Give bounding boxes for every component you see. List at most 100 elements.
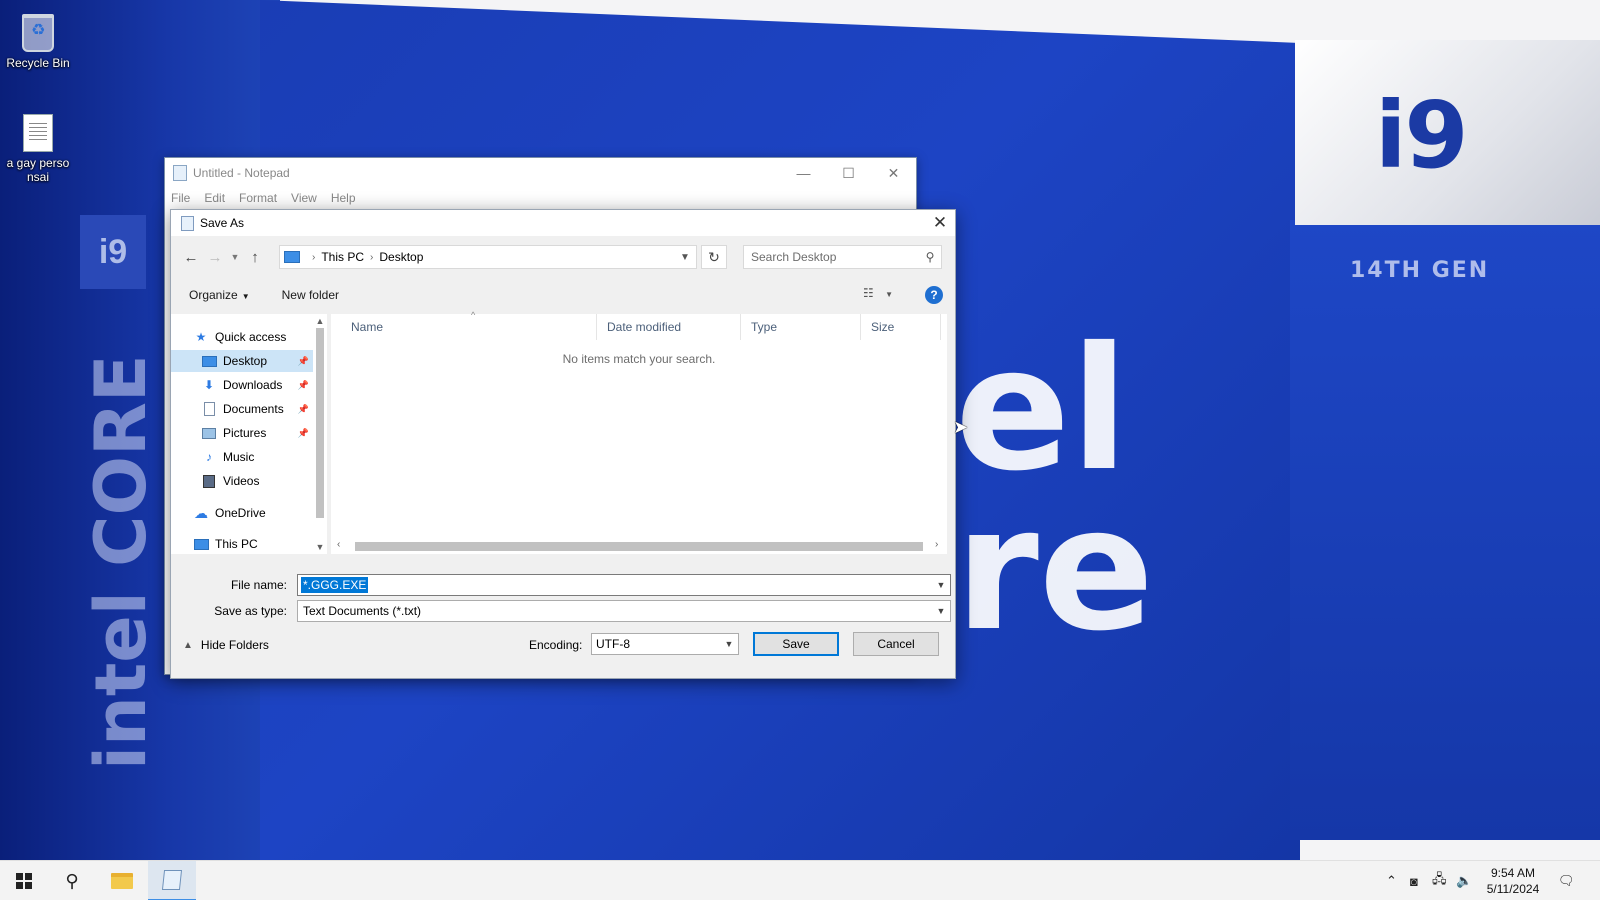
new-folder-button[interactable]: New folder: [282, 288, 339, 302]
nav-item-downloads[interactable]: ⬇ Downloads 📌: [171, 374, 313, 396]
speaker-glyph: 🔈: [1456, 873, 1473, 888]
network-glyph: 🖧: [1432, 871, 1447, 886]
file-name-value[interactable]: *.GGG.EXE: [301, 577, 369, 593]
menu-view[interactable]: View: [291, 191, 317, 205]
notepad-titlebar[interactable]: Untitled - Notepad — ☐ ✕: [165, 158, 916, 188]
close-button[interactable]: ✕: [871, 158, 916, 188]
maximize-button[interactable]: ☐: [826, 158, 871, 188]
nav-item-music[interactable]: ♪ Music: [171, 446, 313, 468]
address-row: ← → ▼ ↑ › This PC › Desktop ▼ ↻ ⚲: [171, 242, 955, 272]
nav-quick-access[interactable]: ★ Quick access: [193, 326, 313, 348]
encoding-select[interactable]: UTF-8 ▼: [591, 633, 739, 655]
notepad-taskbar-button[interactable]: [148, 861, 196, 900]
scroll-up-icon[interactable]: ▲: [314, 316, 326, 326]
music-icon: ♪: [206, 450, 212, 464]
search-input[interactable]: [751, 250, 919, 264]
start-button[interactable]: [0, 861, 48, 900]
notification-icon: 🗨: [1558, 873, 1575, 888]
file-list[interactable]: Name ^ Date modified Type Size No items …: [331, 310, 947, 554]
save-type-row: Save as type: Text Documents (*.txt) ▼: [171, 600, 957, 622]
breadcrumb-this-pc[interactable]: This PC: [321, 250, 364, 264]
dialog-titlebar[interactable]: Save As ✕: [171, 210, 955, 236]
column-header-type[interactable]: Type: [741, 314, 861, 340]
horizontal-scrollbar[interactable]: ‹ ›: [331, 538, 947, 554]
pin-icon: 📌: [297, 379, 309, 390]
breadcrumb-separator-icon[interactable]: ›: [312, 252, 315, 263]
column-header-date-modified[interactable]: Date modified: [597, 314, 741, 340]
recent-locations-chevron-icon[interactable]: ▼: [227, 245, 243, 269]
hide-folders-button[interactable]: ▲ Hide Folders: [183, 638, 269, 652]
search-button[interactable]: ⚲: [48, 861, 96, 900]
documents-icon: [201, 402, 217, 416]
dialog-title: Save As: [200, 216, 245, 230]
desktop-icon-label: a gay perso nsai: [6, 156, 70, 184]
column-header-label: Size: [871, 320, 895, 334]
address-dropdown-icon[interactable]: ▼: [674, 252, 696, 263]
wallpaper-generation-text: 14TH GEN: [1350, 258, 1490, 283]
wallpaper-side-badge: i9: [80, 215, 146, 289]
minimize-button[interactable]: —: [781, 158, 826, 188]
breadcrumb-desktop[interactable]: Desktop: [379, 250, 423, 264]
nav-item-pictures[interactable]: Pictures 📌: [171, 422, 313, 444]
nav-onedrive[interactable]: ☁ OneDrive: [193, 502, 313, 524]
breadcrumb-separator-icon[interactable]: ›: [370, 252, 373, 263]
wallpaper-logo-fragment: el re: [955, 311, 1155, 669]
menu-file[interactable]: File: [171, 191, 190, 205]
change-view-button[interactable]: ☷ ▼: [863, 286, 893, 300]
network-icon[interactable]: 🖧: [1432, 861, 1447, 900]
pin-icon: 📌: [297, 403, 309, 414]
menu-help[interactable]: Help: [331, 191, 356, 205]
videos-icon: [201, 474, 217, 488]
nav-label: Quick access: [215, 330, 287, 344]
chevron-up-icon: ⌃: [1386, 873, 1397, 888]
cloud-icon: ☁: [194, 504, 208, 521]
encoding-label: Encoding:: [529, 638, 583, 652]
scroll-left-icon[interactable]: ‹: [337, 539, 340, 550]
sort-caret-icon: ^: [471, 310, 476, 320]
scrollbar-thumb[interactable]: [355, 542, 923, 551]
up-arrow-icon[interactable]: ↑: [243, 245, 267, 269]
clock[interactable]: 9:54 AM 5/11/2024: [1478, 865, 1548, 897]
menu-edit[interactable]: Edit: [204, 191, 225, 205]
chevron-down-icon[interactable]: ▼: [932, 580, 950, 590]
navigation-scrollbar[interactable]: ▲ ▼: [313, 314, 327, 554]
chevron-down-icon: ▼: [885, 290, 894, 299]
address-bar[interactable]: › This PC › Desktop ▼: [279, 245, 697, 269]
save-button[interactable]: Save: [753, 632, 839, 656]
dialog-close-button[interactable]: ✕: [925, 210, 955, 236]
scrollbar-thumb[interactable]: [316, 328, 324, 518]
search-icon[interactable]: ⚲: [919, 250, 941, 264]
column-header-size[interactable]: Size: [861, 314, 941, 340]
taskbar: ⚲ ⌃ ◙ 🖧 🔈 9:54 AM 5/11/2024 🗨: [0, 860, 1600, 900]
help-icon[interactable]: ?: [925, 286, 943, 304]
notifications-button[interactable]: 🗨: [1558, 861, 1575, 900]
forward-arrow-icon[interactable]: →: [203, 245, 227, 269]
notepad-icon: [173, 165, 187, 181]
scroll-right-icon[interactable]: ›: [935, 539, 938, 550]
file-explorer-button[interactable]: [98, 861, 146, 900]
tray-app-icon[interactable]: ◙: [1410, 861, 1418, 900]
desktop-icon-recycle-bin[interactable]: Recycle Bin: [0, 14, 76, 70]
chevron-down-icon[interactable]: ▼: [932, 606, 950, 616]
scroll-down-icon[interactable]: ▼: [314, 542, 326, 552]
nav-item-videos[interactable]: Videos: [171, 470, 313, 492]
nav-item-documents[interactable]: Documents 📌: [171, 398, 313, 420]
menu-format[interactable]: Format: [239, 191, 277, 205]
column-header-label: Name: [351, 320, 384, 334]
search-box[interactable]: ⚲: [743, 245, 942, 269]
text-document-icon: [23, 114, 53, 152]
camera-icon: ◙: [1410, 873, 1418, 889]
nav-item-desktop[interactable]: Desktop 📌: [171, 350, 313, 372]
show-hidden-icons-button[interactable]: ⌃: [1386, 861, 1397, 900]
file-name-field[interactable]: *.GGG.EXE ▼: [297, 574, 951, 596]
desktop-icon-document[interactable]: a gay perso nsai: [0, 114, 76, 184]
save-type-select[interactable]: Text Documents (*.txt) ▼: [297, 600, 951, 622]
column-header-name[interactable]: Name ^: [341, 310, 597, 340]
nav-this-pc[interactable]: This PC: [193, 533, 313, 555]
cancel-button[interactable]: Cancel: [853, 632, 939, 656]
volume-muted-icon[interactable]: 🔈: [1456, 861, 1472, 900]
back-arrow-icon[interactable]: ←: [179, 245, 203, 269]
organize-button[interactable]: Organize ▼: [189, 288, 250, 302]
refresh-button[interactable]: ↻: [701, 245, 727, 269]
recycle-bin-icon: [22, 14, 54, 52]
